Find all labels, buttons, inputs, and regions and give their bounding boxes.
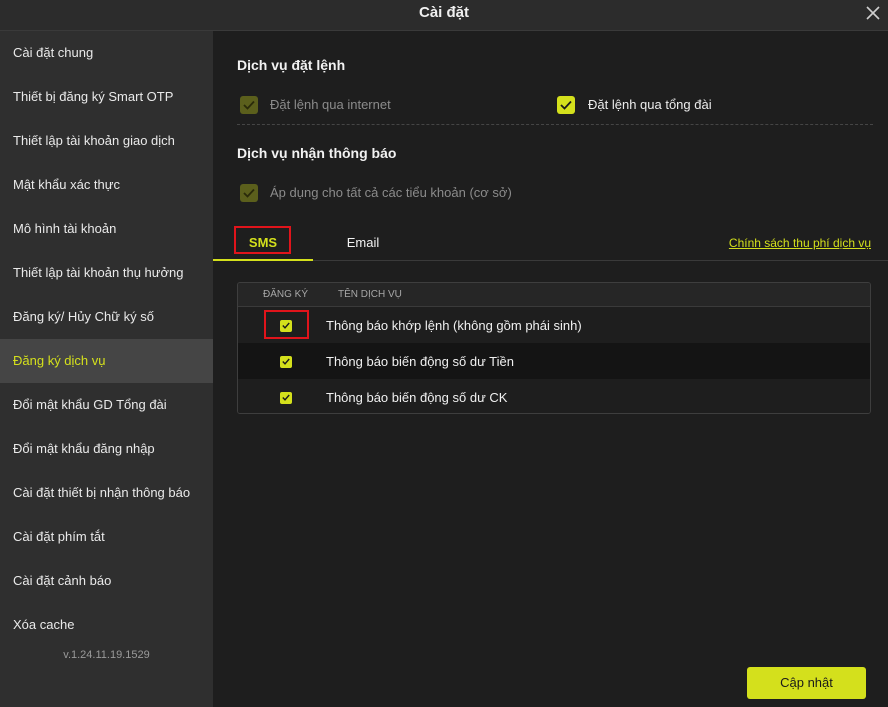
notify-service-title: Dịch vụ nhận thông báo [237, 145, 397, 161]
update-button[interactable]: Cập nhật [747, 667, 866, 699]
sidebar-item-beneficiary[interactable]: Thiết lập tài khoản thụ hưởng [0, 251, 213, 295]
table-row: Thông báo biến động số dư CK [238, 379, 870, 413]
settings-sidebar: Cài đặt chung Thiết bị đăng ký Smart OTP… [0, 31, 213, 707]
close-icon[interactable] [864, 4, 882, 22]
sidebar-item-auth-password[interactable]: Mật khẩu xác thực [0, 163, 213, 207]
service-name: Thông báo biến động số dư Tiền [326, 354, 514, 369]
service-name: Thông báo khớp lệnh (không gồm phái sinh… [326, 318, 582, 333]
section-divider [237, 124, 873, 125]
sidebar-item-clear-cache[interactable]: Xóa cache [0, 603, 213, 647]
sidebar-item-shortcuts[interactable]: Cài đặt phím tắt [0, 515, 213, 559]
sidebar-item-service-registration[interactable]: Đăng ký dịch vụ [0, 339, 213, 383]
hotline-order-label: Đặt lệnh qua tổng đài [588, 97, 712, 112]
header-service-name: TÊN DỊCH VỤ [338, 289, 402, 300]
sidebar-item-hotline-password[interactable]: Đổi mật khẩu GD Tổng đài [0, 383, 213, 427]
row-checkbox[interactable] [280, 356, 292, 368]
sidebar-item-notification-device[interactable]: Cài đặt thiết bị nhận thông báo [0, 471, 213, 515]
checkbox-highlight [264, 310, 309, 339]
table-row: Thông báo biến động số dư Tiền [238, 343, 870, 379]
window-title: Cài đặt [418, 4, 469, 21]
header-register: ĐĂNG KÝ [263, 289, 309, 300]
row-checkbox[interactable] [280, 392, 292, 404]
hotline-order-checkbox[interactable] [557, 96, 575, 114]
sidebar-item-login-password[interactable]: Đổi mật khẩu đăng nhập [0, 427, 213, 471]
service-name: Thông báo biến động số dư CK [326, 390, 508, 405]
main-panel: Dịch vụ đặt lệnh Đặt lệnh qua internet Đ… [213, 31, 888, 707]
order-service-title: Dịch vụ đặt lệnh [237, 57, 346, 73]
fee-policy-link[interactable]: Chính sách thu phí dịch vụ [729, 236, 871, 250]
sidebar-item-smart-otp[interactable]: Thiết bị đăng ký Smart OTP [0, 75, 213, 119]
internet-order-checkbox [240, 96, 258, 114]
sidebar-item-digital-signature[interactable]: Đăng ký/ Hủy Chữ ký số [0, 295, 213, 339]
table-header: ĐĂNG KÝ TÊN DỊCH VỤ [238, 283, 870, 307]
table-row: Thông báo khớp lệnh (không gồm phái sinh… [238, 307, 870, 343]
apply-all-checkbox [240, 184, 258, 202]
sidebar-item-trading-account[interactable]: Thiết lập tài khoản giao dịch [0, 119, 213, 163]
sidebar-item-general[interactable]: Cài đặt chung [0, 31, 213, 75]
sms-tab-highlight [234, 226, 291, 254]
title-bar: Cài đặt [0, 0, 888, 31]
internet-order-label: Đặt lệnh qua internet [270, 97, 391, 112]
tab-email[interactable]: Email [313, 225, 413, 261]
sidebar-item-account-model[interactable]: Mô hình tài khoản [0, 207, 213, 251]
version-label: v.1.24.11.19.1529 [63, 649, 150, 661]
apply-all-label: Áp dụng cho tất cả các tiểu khoản (cơ sở… [270, 185, 512, 200]
sms-services-table: ĐĂNG KÝ TÊN DỊCH VỤ Thông báo khớp lệnh … [237, 282, 871, 414]
sidebar-item-alerts[interactable]: Cài đặt cảnh báo [0, 559, 213, 603]
